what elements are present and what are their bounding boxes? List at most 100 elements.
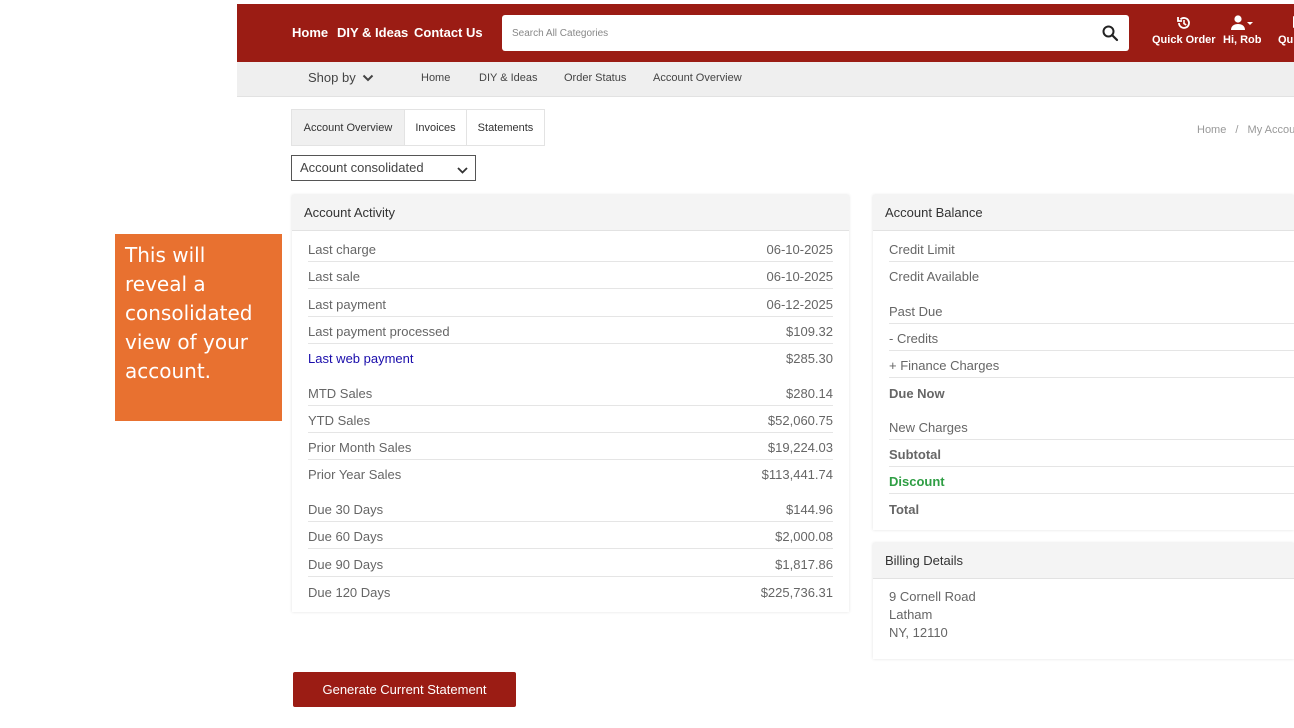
activity-row: Prior Month Sales $19,224.03 (308, 433, 833, 460)
tab-invoices[interactable]: Invoices (404, 109, 467, 146)
activity-value: 06-10-2025 (766, 269, 834, 284)
quick-icon (1278, 14, 1294, 32)
activity-label: YTD Sales (308, 413, 371, 428)
account-balance-title: Account Balance (873, 195, 1294, 231)
address-line: NY, 12110 (889, 625, 948, 640)
subnav-home[interactable]: Home (421, 72, 450, 84)
tab-account-overview[interactable]: Account Overview (291, 109, 405, 146)
balance-row: - Credits (889, 324, 1294, 351)
activity-row: Due 60 Days $2,000.08 (308, 522, 833, 549)
activity-label: Due 30 Days (308, 502, 384, 517)
activity-row: Prior Year Sales $113,441.74 (308, 460, 833, 487)
balance-label: - Credits (889, 331, 939, 346)
greeting-label: Hi, Rob (1223, 34, 1262, 46)
breadcrumb: Home / My Accou (1197, 124, 1294, 136)
tooltip-callout: This will reveal a consolidated view of … (115, 234, 282, 421)
address-line: Latham (889, 607, 933, 622)
activity-row: Last payment processed $109.32 (308, 317, 833, 344)
last-web-payment-link[interactable]: Last web payment (308, 351, 414, 366)
activity-row: YTD Sales $52,060.75 (308, 406, 833, 433)
activity-label: Last payment processed (308, 324, 450, 339)
activity-value: $144.96 (786, 502, 833, 517)
activity-label: Last sale (308, 269, 361, 284)
balance-label: Due Now (889, 386, 945, 401)
activity-label: Due 60 Days (308, 529, 384, 544)
balance-label: Credit Available (889, 269, 980, 284)
account-select-value: Account consolidated (300, 160, 424, 175)
activity-row: Due 30 Days $144.96 (308, 495, 833, 522)
billing-details-title: Billing Details (873, 543, 1294, 579)
chevron-down-icon (457, 163, 468, 178)
activity-row: Last charge 06-10-2025 (308, 235, 833, 262)
balance-label: Total (889, 502, 920, 517)
activity-value: $19,224.03 (767, 440, 833, 455)
breadcrumb-current: My Accou (1247, 124, 1294, 136)
discount-label: Discount (889, 474, 945, 489)
nav-contact-us[interactable]: Contact Us (414, 25, 483, 40)
activity-label: Last payment (308, 297, 387, 312)
billing-details-card: Billing Details 9 Cornell Road Latham NY… (873, 543, 1294, 659)
balance-label: Subtotal (889, 447, 941, 462)
activity-value: $225,736.31 (760, 585, 833, 600)
history-icon (1152, 14, 1216, 32)
balance-row: New Charges (889, 413, 1294, 440)
account-select[interactable]: Account consolidated (291, 155, 476, 181)
activity-label: MTD Sales (308, 386, 373, 401)
subnav-order-status[interactable]: Order Status (564, 72, 626, 84)
balance-row: Credit Limit (889, 235, 1294, 262)
activity-value: $285.30 (786, 351, 833, 366)
activity-value: $52,060.75 (767, 413, 833, 428)
quick-order-label: Quick Order (1152, 34, 1216, 46)
balance-label: Past Due (889, 304, 943, 319)
balance-row: Past Due (889, 297, 1294, 324)
balance-row: Subtotal (889, 440, 1294, 467)
balance-row: Total (889, 495, 1294, 522)
search-icon[interactable] (1101, 24, 1119, 42)
activity-value: $2,000.08 (775, 529, 833, 544)
breadcrumb-home[interactable]: Home (1197, 124, 1226, 136)
secondary-nav: Shop by Home DIY & Ideas Order Status Ac… (237, 62, 1294, 97)
activity-label: Due 120 Days (308, 585, 391, 600)
activity-row: Last payment 06-12-2025 (308, 290, 833, 317)
balance-row: Credit Available (889, 262, 1294, 289)
generate-statement-button[interactable]: Generate Current Statement (293, 672, 516, 707)
subnav-diy-ideas[interactable]: DIY & Ideas (479, 72, 538, 84)
account-activity-card: Account Activity Last charge 06-10-2025 L… (292, 195, 849, 612)
activity-label: Last charge (308, 242, 376, 257)
quick-tool-button[interactable]: Quic (1278, 14, 1294, 46)
activity-row: MTD Sales $280.14 (308, 379, 833, 406)
balance-label: New Charges (889, 420, 968, 435)
user-icon (1223, 14, 1262, 32)
nav-home[interactable]: Home (292, 25, 328, 40)
account-activity-title: Account Activity (292, 195, 849, 231)
shop-by-dropdown[interactable]: Shop by (308, 70, 374, 86)
breadcrumb-separator: / (1235, 124, 1239, 136)
balance-row: Due Now (889, 379, 1294, 406)
address-line: 9 Cornell Road (889, 589, 976, 604)
activity-value: $109.32 (786, 324, 833, 339)
activity-label: Prior Month Sales (308, 440, 412, 455)
activity-row: Due 120 Days $225,736.31 (308, 578, 833, 605)
activity-row: Last web payment $285.30 (308, 344, 833, 371)
shop-by-label: Shop by (308, 70, 356, 85)
balance-label: + Finance Charges (889, 358, 1000, 373)
nav-diy-ideas[interactable]: DIY & Ideas (337, 25, 408, 40)
activity-value: $1,817.86 (775, 557, 833, 572)
chevron-down-icon (362, 71, 374, 86)
search-input[interactable] (512, 24, 1092, 42)
top-header: Home DIY & Ideas Contact Us Quick Order … (237, 4, 1294, 62)
subnav-account-overview[interactable]: Account Overview (653, 72, 742, 84)
activity-label: Prior Year Sales (308, 467, 402, 482)
balance-label: Credit Limit (889, 242, 955, 257)
activity-value: $113,441.74 (761, 467, 833, 482)
balance-row: + Finance Charges (889, 351, 1294, 378)
balance-row: Discount (889, 467, 1294, 494)
activity-value: $280.14 (786, 386, 833, 401)
account-menu-button[interactable]: Hi, Rob (1223, 14, 1262, 46)
activity-value: 06-12-2025 (766, 297, 834, 312)
quick-order-button[interactable]: Quick Order (1152, 14, 1216, 46)
quick-tool-label: Quic (1278, 34, 1294, 46)
activity-label: Due 90 Days (308, 557, 384, 572)
search-bar (502, 15, 1129, 51)
tab-statements[interactable]: Statements (466, 109, 545, 146)
